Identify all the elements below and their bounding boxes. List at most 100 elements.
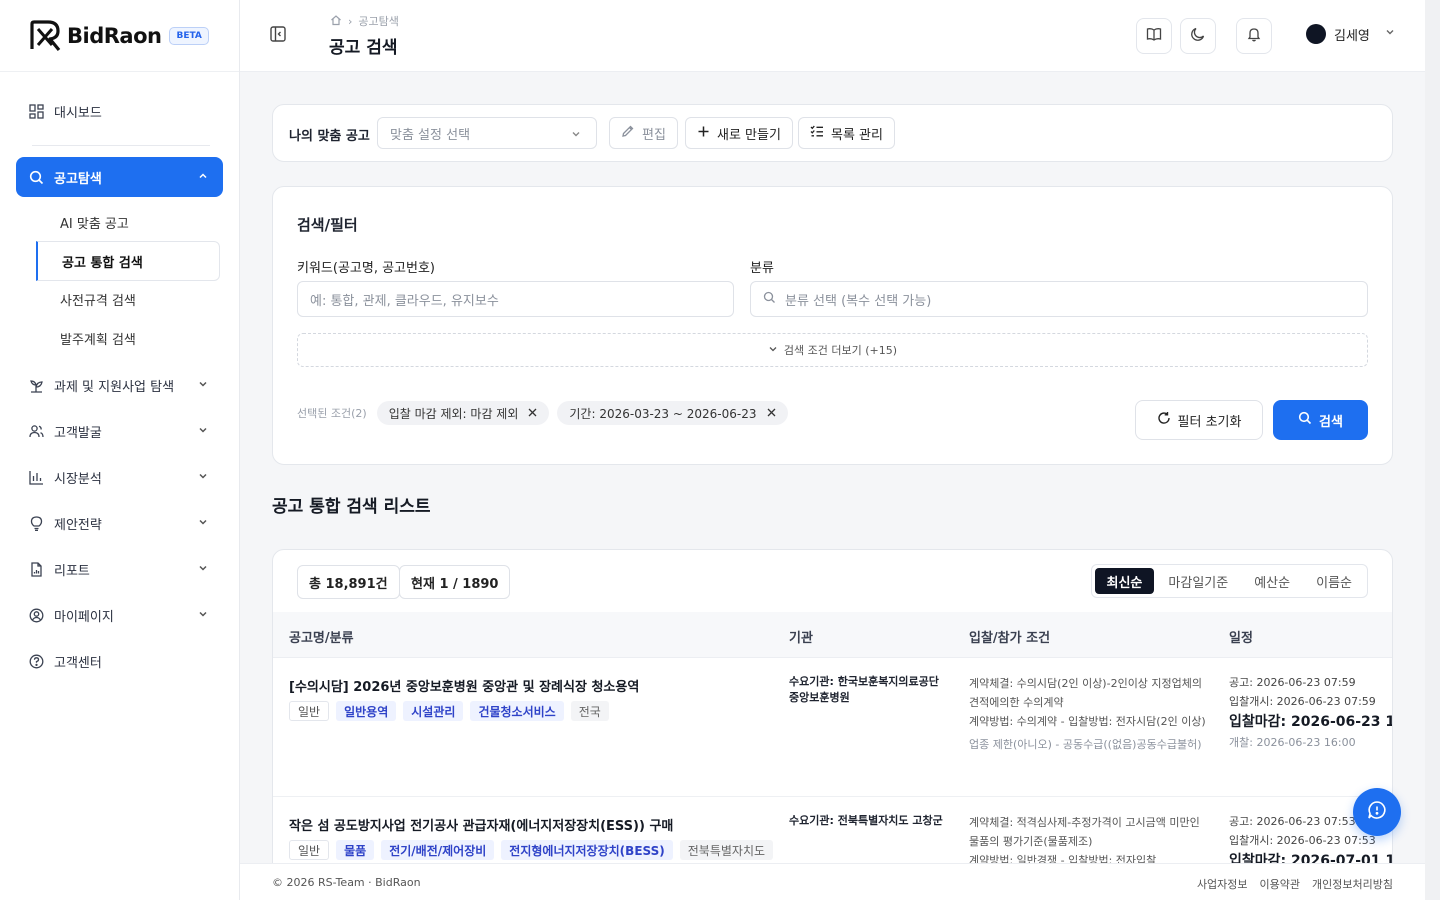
org-cell: 수요기관: 전북특별자치도 고창군 (789, 813, 943, 829)
org-line: 중앙보훈병원 (789, 691, 850, 704)
notifications-button[interactable] (1236, 18, 1272, 54)
my-match-panel: 나의 맞춤 공고 맞춤 설정 선택 편집 새로 만들기 목록 관리 (272, 104, 1393, 162)
total-count-badge: 총 18,891건 (297, 565, 400, 599)
chevron-down-icon (570, 128, 582, 144)
selected-conditions: 선택된 조건(2) 입찰 마감 제외: 마감 제외 기간: 2026-03-23… (297, 401, 788, 425)
conditions-cell: 계약체결: 수의시담(2인 이상)-2인이상 지정업체의 견적에의한 수의계약 … (969, 674, 1206, 754)
footer-link-terms[interactable]: 이용약관 (1260, 876, 1300, 892)
table-row[interactable]: [수의시담] 2026년 중앙보훈병원 중앙관 및 장례식장 청소용역 일반 일… (273, 658, 1392, 797)
notice-date: 공고: 2026-06-23 07:59 (1229, 676, 1356, 689)
sidebar-item-customers[interactable]: 고객발굴 (16, 411, 223, 451)
keyword-input[interactable]: 예: 통합, 관제, 클라우드, 유지보수 (297, 281, 734, 317)
sidebar-item-notice-explore[interactable]: 공고탐색 (16, 157, 223, 197)
footer: © 2026 RS-Team · BidRaon 사업자정보 이용약관 개인정보… (240, 863, 1425, 900)
search-icon (763, 291, 776, 308)
sidebar-item-report[interactable]: 리포트 (16, 549, 223, 589)
search-button[interactable]: 검색 (1273, 400, 1368, 440)
sidebar-item-support[interactable]: 고객센터 (16, 641, 223, 681)
category-select[interactable]: 분류 선택 (복수 선택 가능) (750, 281, 1368, 317)
bidraon-logo-icon (28, 19, 62, 53)
beta-badge: BETA (169, 26, 209, 45)
keyword-label: 키워드(공고명, 공고번호) (297, 261, 436, 276)
sidebar-subitem-order-plan-search[interactable]: 발주계획 검색 (36, 319, 220, 357)
sidebar-item-projects[interactable]: 과제 및 지원사업 탐색 (16, 365, 223, 405)
sidebar-subitem-ai-match[interactable]: AI 맞춤 공고 (36, 203, 220, 241)
column-org: 기관 (789, 631, 813, 646)
schedule-cell: 공고: 2026-06-23 07:59 입찰개시: 2026-06-23 07… (1229, 673, 1392, 752)
keyword-placeholder: 예: 통합, 관제, 클라우드, 유지보수 (310, 293, 499, 309)
table-row[interactable]: 작은 섬 공도방지사업 전기공사 관급자재(에너지저장장치(ESS)) 구매 일… (273, 797, 1392, 863)
footer-link-privacy[interactable]: 개인정보처리방침 (1312, 876, 1393, 892)
bid-open-date: 입찰개시: 2026-06-23 07:59 (1229, 695, 1376, 708)
bar-chart-icon (28, 469, 44, 485)
scrollbar[interactable] (1425, 0, 1440, 900)
match-preset-placeholder: 맞춤 설정 선택 (390, 127, 471, 143)
refresh-icon (1157, 411, 1171, 429)
chevron-down-icon (197, 608, 209, 620)
guide-button[interactable] (1136, 18, 1172, 54)
list-title: 공고 통합 검색 리스트 (272, 497, 431, 517)
list-check-icon (810, 124, 824, 142)
condition-chip: 기간: 2026-03-23 ~ 2026-06-23 (557, 401, 788, 425)
home-icon[interactable] (330, 14, 342, 29)
notice-tags: 일반 물품 전기/배전/제어장비 전지형에너지저장장치(BESS) 전북특별자치… (289, 840, 780, 860)
plus-icon (697, 125, 710, 142)
opening-date: 개찰: 2026-06-23 16:00 (1229, 736, 1356, 749)
conditions-cell: 계약체결: 적격심사제-추정가격이 고시금액 미만인 물품의 평가기준(물품제조… (969, 813, 1200, 863)
sidebar-item-market[interactable]: 시장분석 (16, 457, 223, 497)
notice-title[interactable]: 작은 섬 공도방지사업 전기공사 관급자재(에너지저장장치(ESS)) 구매 (289, 815, 673, 834)
chevron-down-icon (197, 516, 209, 528)
match-preset-select[interactable]: 맞춤 설정 선택 (377, 117, 597, 149)
book-open-icon (1146, 26, 1162, 46)
sidebar: BidRaon BETA 대시보드 공고탐색 AI 맞춤 공고 공고 통합 검색… (0, 0, 240, 900)
sort-latest[interactable]: 최신순 (1094, 568, 1155, 594)
brand-logo[interactable]: BidRaon BETA (0, 0, 239, 72)
notice-title[interactable]: [수의시담] 2026년 중앙보훈병원 중앙관 및 장례식장 청소용역 (289, 676, 639, 695)
sidebar-subitem-prespec-search[interactable]: 사전규격 검색 (36, 280, 220, 318)
sidebar-item-strategy[interactable]: 제안전략 (16, 503, 223, 543)
edit-button[interactable]: 편집 (609, 117, 678, 149)
condition-line: 계약방법: 일반경쟁 - 입찰방법: 전자입찰 (969, 854, 1157, 863)
sidebar-item-label: 시장분석 (54, 471, 102, 487)
manage-list-button[interactable]: 목록 관리 (798, 117, 895, 149)
column-conditions: 입찰/참가 조건 (969, 631, 1051, 646)
sidebar-item-mypage[interactable]: 마이페이지 (16, 595, 223, 635)
sort-budget[interactable]: 예산순 (1242, 568, 1302, 594)
sidebar-item-dashboard[interactable]: 대시보드 (16, 91, 223, 131)
brand-name: BidRaon (67, 23, 162, 48)
condition-line: 계약방법: 수의계약 - 입찰방법: 전자시담(2인 이상) (969, 715, 1206, 728)
theme-toggle-button[interactable] (1180, 18, 1216, 54)
sidebar-subitem-integrated-search[interactable]: 공고 통합 검색 (36, 241, 220, 281)
condition-line: 계약체결: 수의시담(2인 이상)-2인이상 지정업체의 (969, 677, 1203, 690)
new-preset-button[interactable]: 새로 만들기 (685, 117, 793, 149)
sidebar-item-label: 과제 및 지원사업 탐색 (54, 379, 175, 395)
breadcrumb-separator: › (348, 14, 353, 28)
footer-link-business[interactable]: 사업자정보 (1197, 876, 1248, 892)
avatar (1306, 24, 1326, 44)
tag: 전국 (570, 701, 609, 721)
reset-filter-button[interactable]: 필터 초기화 (1135, 400, 1263, 440)
sidebar-item-label: 고객센터 (54, 655, 102, 671)
tag: 전북특별자치도 (679, 840, 774, 860)
sort-deadline[interactable]: 마감일기준 (1156, 568, 1240, 594)
more-conditions-toggle[interactable]: 검색 조건 더보기 (+15) (297, 333, 1368, 367)
sidebar-item-label: 공고탐색 (54, 171, 102, 187)
breadcrumb-item[interactable]: 공고탐색 (358, 13, 398, 29)
sidebar-item-label: 마이페이지 (54, 609, 114, 625)
user-menu[interactable]: 김세영 (1306, 24, 1396, 44)
sort-toggle: 최신순 마감일기준 예산순 이름순 (1090, 564, 1368, 598)
new-preset-label: 새로 만들기 (717, 127, 781, 143)
condition-chip-label: 입찰 마감 제외: 마감 제외 (388, 406, 519, 421)
manage-list-label: 목록 관리 (831, 127, 883, 143)
sort-name[interactable]: 이름순 (1304, 568, 1364, 594)
selected-conditions-label: 선택된 조건(2) (297, 407, 367, 420)
close-icon[interactable] (767, 406, 776, 420)
search-icon (28, 169, 44, 185)
document-icon (28, 561, 44, 577)
close-icon[interactable] (528, 406, 537, 420)
sidebar-item-label: 고객발굴 (54, 425, 102, 441)
footer-links: 사업자정보 이용약관 개인정보처리방침 (1197, 876, 1393, 892)
sidebar-toggle-button[interactable] (260, 18, 296, 54)
chat-fab-button[interactable] (1353, 788, 1401, 836)
page-title: 공고 검색 (329, 38, 398, 58)
